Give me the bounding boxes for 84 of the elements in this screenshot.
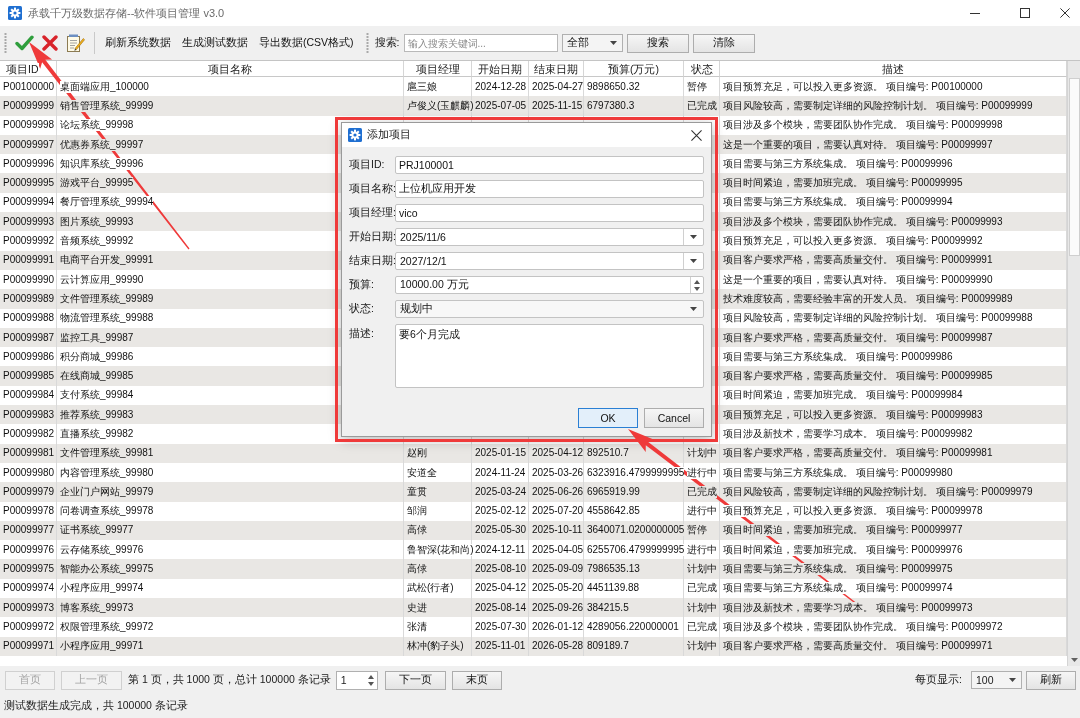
table-cell: 2025-07-05 (472, 96, 529, 116)
table-cell: P00099979 (0, 482, 57, 502)
field-label: 项目经理: (349, 206, 395, 220)
table-cell: 计划中 (684, 559, 720, 579)
table-cell: 2025-09-09 (529, 559, 584, 579)
table-cell: P00099999 (0, 96, 57, 116)
table-cell: 智能办公系统_99975 (57, 559, 404, 579)
table-cell: 项目风险较高，需要制定详细的风险控制计划。 项目编号: P00099988 (720, 308, 1067, 328)
table-cell: 小程序应用_99971 (57, 636, 404, 656)
table-cell: 4558642.85 (584, 501, 684, 521)
table-cell: 项目客户要求严格，需要高质量交付。 项目编号: P00099985 (720, 366, 1067, 386)
table-cell: P00099988 (0, 308, 57, 328)
table-cell: 项目客户要求严格，需要高质量交付。 项目编号: P00099981 (720, 443, 1067, 463)
table-cell: 项目涉及多个模块，需要团队协作完成。 项目编号: P00099972 (720, 617, 1067, 637)
table-cell: 邹润 (404, 501, 472, 521)
table-cell: 卢俊义(玉麒麟) (404, 96, 472, 116)
table-cell: P00099972 (0, 617, 57, 637)
search-label: 搜索: (374, 36, 400, 50)
table-cell: 林冲(豹子头) (404, 636, 472, 656)
table-cell: 项目需要与第三方系统集成。 项目编号: P00099975 (720, 559, 1067, 579)
field-label: 开始日期: (349, 230, 395, 244)
table-cell: 2025-08-10 (472, 559, 529, 579)
table-cell: P00099975 (0, 559, 57, 579)
table-cell: 项目客户要求严格，需要高质量交付。 项目编号: P00099971 (720, 636, 1067, 656)
table-cell: 高俅 (404, 559, 472, 579)
table-cell: 项目客户要求严格，需要高质量交付。 项目编号: P00099991 (720, 250, 1067, 270)
page-summary: 第 1 页，共 1000 页，总计 100000 条记录 (128, 673, 331, 687)
table-cell: 项目涉及多个模块，需要团队协作完成。 项目编号: P00099998 (720, 115, 1067, 135)
table-cell: P00099978 (0, 501, 57, 521)
table-cell: 童贯 (404, 482, 472, 502)
table-cell: 张清 (404, 617, 472, 637)
table-cell: 文件管理系统_99981 (57, 443, 404, 463)
table-cell: 项目风险较高，需要制定详细的风险控制计划。 项目编号: P00099979 (720, 482, 1067, 502)
table-cell: P00099981 (0, 443, 57, 463)
table-cell: 销售管理系统_99999 (57, 96, 404, 116)
table-cell: 6797380.3 (584, 96, 684, 116)
table-cell: 已完成 (684, 96, 720, 116)
table-cell: 进行中 (684, 501, 720, 521)
table-cell: P00099995 (0, 173, 57, 193)
table-cell: 809189.7 (584, 636, 684, 656)
table-cell: 2025-07-30 (472, 617, 529, 637)
field-label: 项目ID: (349, 158, 386, 172)
table-cell: P00099971 (0, 636, 57, 656)
table-cell: 2025-07-20 (529, 501, 584, 521)
table-cell: P00099989 (0, 289, 57, 309)
table-cell: 2026-01-12 (529, 617, 584, 637)
table-cell: 权限管理系统_99972 (57, 617, 404, 637)
status-text: 测试数据生成完成，共 100000 条记录 (4, 699, 188, 713)
field-label: 预算: (349, 278, 375, 292)
field-label: 结束日期: (349, 254, 395, 268)
table-cell: 项目涉及新技术，需要学习成本。 项目编号: P00099982 (720, 424, 1067, 444)
table-cell: 项目预算充足，可以投入更多资源。 项目编号: P00099978 (720, 501, 1067, 521)
table-cell: 项目预算充足，可以投入更多资源。 项目编号: P00099992 (720, 231, 1067, 251)
table-cell: 2025-02-12 (472, 501, 529, 521)
table-cell: P00099991 (0, 250, 57, 270)
table-cell: 企业门户网站_99979 (57, 482, 404, 502)
table-cell: 6965919.99 (584, 482, 684, 502)
table-cell: 2025-01-15 (472, 443, 529, 463)
field-label: 项目名称: (349, 182, 395, 196)
table-cell: P00099985 (0, 366, 57, 386)
table-cell: 已完成 (684, 617, 720, 637)
table-cell: P00099982 (0, 424, 57, 444)
table-cell: 赵刚 (404, 443, 472, 463)
table-cell: 计划中 (684, 443, 720, 463)
table-cell: 7986535.13 (584, 559, 684, 579)
table-cell: 技术难度较高，需要经验丰富的开发人员。 项目编号: P00099989 (720, 289, 1067, 309)
table-cell: P00099992 (0, 231, 57, 251)
window-title: 承载千万级数据存储--软件项目管理 v3.0 (28, 5, 225, 21)
table-cell: 项目时间紧迫，需要加班完成。 项目编号: P00099995 (720, 173, 1067, 193)
table-cell: 计划中 (684, 636, 720, 656)
field-label: 状态: (349, 302, 375, 316)
table-cell: 2025-06-26 (529, 482, 584, 502)
table-cell: 4289056.220000001 (584, 617, 684, 637)
table-cell: 2025-11-01 (472, 636, 529, 656)
page-size-label: 每页显示: (915, 673, 962, 687)
table-cell: 2026-05-28 (529, 636, 584, 656)
field-label: 描述: (349, 326, 375, 341)
table-cell: 项目风险较高，需要制定详细的风险控制计划。 项目编号: P00099999 (720, 96, 1067, 116)
table-cell: 2025-04-12 (529, 443, 584, 463)
table-cell: 2025-11-15 (529, 96, 584, 116)
table-cell: 2025-03-24 (472, 482, 529, 502)
dialog-title: 添加项目 (367, 128, 411, 142)
table-cell: P00099998 (0, 115, 57, 135)
table-cell: 问卷调查系统_99978 (57, 501, 404, 521)
